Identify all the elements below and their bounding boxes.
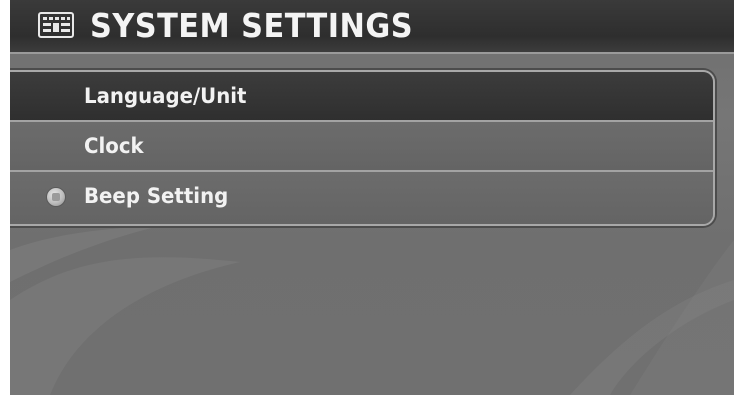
menu-item-label: Language/Unit <box>84 84 247 108</box>
menu-item-label: Beep Setting <box>84 184 229 208</box>
page-title: SYSTEM SETTINGS <box>90 6 414 45</box>
menu-item-beep-setting[interactable]: Beep Setting <box>10 172 713 224</box>
settings-menu: Language/Unit Clock Beep Setting <box>10 70 715 226</box>
menu-item-clock[interactable]: Clock <box>10 122 713 172</box>
keyboard-settings-icon <box>38 12 74 38</box>
nav-screen: SYSTEM SETTINGS Language/Unit Clock Beep… <box>10 0 734 395</box>
menu-item-label: Clock <box>84 134 144 158</box>
setting-on-indicator-icon <box>46 187 66 207</box>
screen-header: SYSTEM SETTINGS <box>10 0 734 54</box>
menu-item-language-unit[interactable]: Language/Unit <box>10 72 713 122</box>
